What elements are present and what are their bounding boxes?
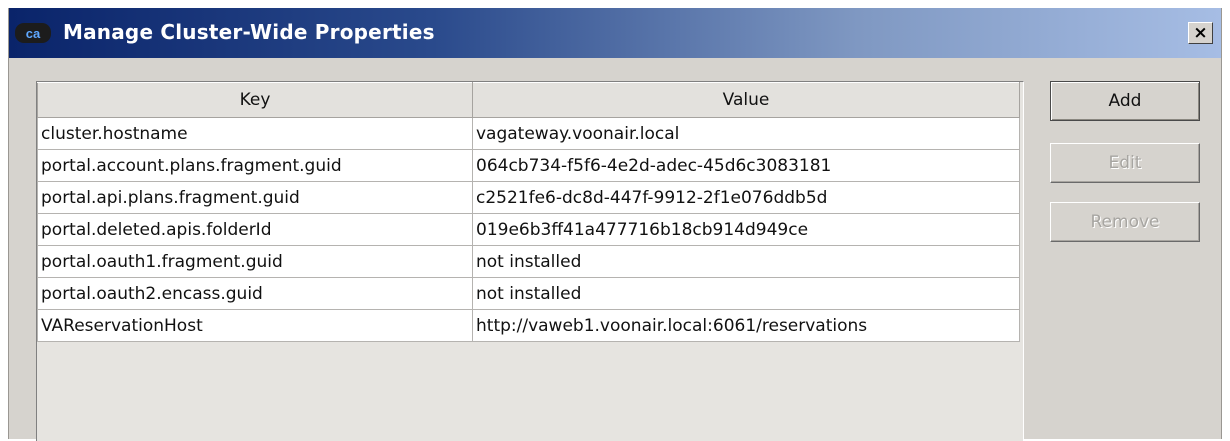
- column-header-key[interactable]: Key: [37, 82, 473, 118]
- app-icon: ca: [15, 23, 51, 43]
- title-bar[interactable]: ca Manage Cluster-Wide Properties ×: [9, 8, 1221, 58]
- cell-value[interactable]: vagateway.voonair.local: [472, 117, 1020, 150]
- properties-table: Key Value cluster.hostname vagateway.voo…: [37, 82, 1020, 342]
- table-row[interactable]: portal.account.plans.fragment.guid 064cb…: [37, 149, 1020, 182]
- cell-value[interactable]: 019e6b3ff41a477716b18cb914d949ce: [472, 213, 1020, 246]
- cell-key[interactable]: portal.deleted.apis.folderId: [37, 213, 473, 246]
- table-header-row: Key Value: [37, 82, 1020, 118]
- manage-properties-dialog: ca Manage Cluster-Wide Properties × Key …: [8, 8, 1222, 441]
- cell-value[interactable]: not installed: [472, 277, 1020, 310]
- cell-key[interactable]: portal.oauth1.fragment.guid: [37, 245, 473, 278]
- cell-value[interactable]: not installed: [472, 245, 1020, 278]
- remove-button[interactable]: Remove: [1050, 202, 1200, 242]
- table-row[interactable]: cluster.hostname vagateway.voonair.local: [37, 117, 1020, 150]
- edit-button[interactable]: Edit: [1050, 143, 1200, 183]
- cell-value[interactable]: c2521fe6-dc8d-447f-9912-2f1e076ddb5d: [472, 181, 1020, 214]
- close-icon: ×: [1193, 22, 1208, 43]
- column-header-value[interactable]: Value: [472, 82, 1020, 118]
- close-button[interactable]: ×: [1188, 22, 1213, 44]
- cell-key[interactable]: portal.oauth2.encass.guid: [37, 277, 473, 310]
- table-row[interactable]: portal.deleted.apis.folderId 019e6b3ff41…: [37, 213, 1020, 246]
- cell-key[interactable]: VAReservationHost: [37, 309, 473, 342]
- cell-key[interactable]: portal.account.plans.fragment.guid: [37, 149, 473, 182]
- dialog-title: Manage Cluster-Wide Properties: [63, 20, 435, 44]
- table-row[interactable]: portal.oauth1.fragment.guid not installe…: [37, 245, 1020, 278]
- table-row[interactable]: portal.oauth2.encass.guid not installed: [37, 277, 1020, 310]
- properties-table-scrollpane[interactable]: Key Value cluster.hostname vagateway.voo…: [36, 81, 1024, 441]
- add-button[interactable]: Add: [1050, 81, 1200, 121]
- cell-key[interactable]: cluster.hostname: [37, 117, 473, 150]
- cell-value[interactable]: 064cb734-f5f6-4e2d-adec-45d6c3083181: [472, 149, 1020, 182]
- table-row[interactable]: portal.api.plans.fragment.guid c2521fe6-…: [37, 181, 1020, 214]
- table-row[interactable]: VAReservationHost http://vaweb1.voonair.…: [37, 309, 1020, 342]
- cell-value[interactable]: http://vaweb1.voonair.local:6061/reserva…: [472, 309, 1020, 342]
- cell-key[interactable]: portal.api.plans.fragment.guid: [37, 181, 473, 214]
